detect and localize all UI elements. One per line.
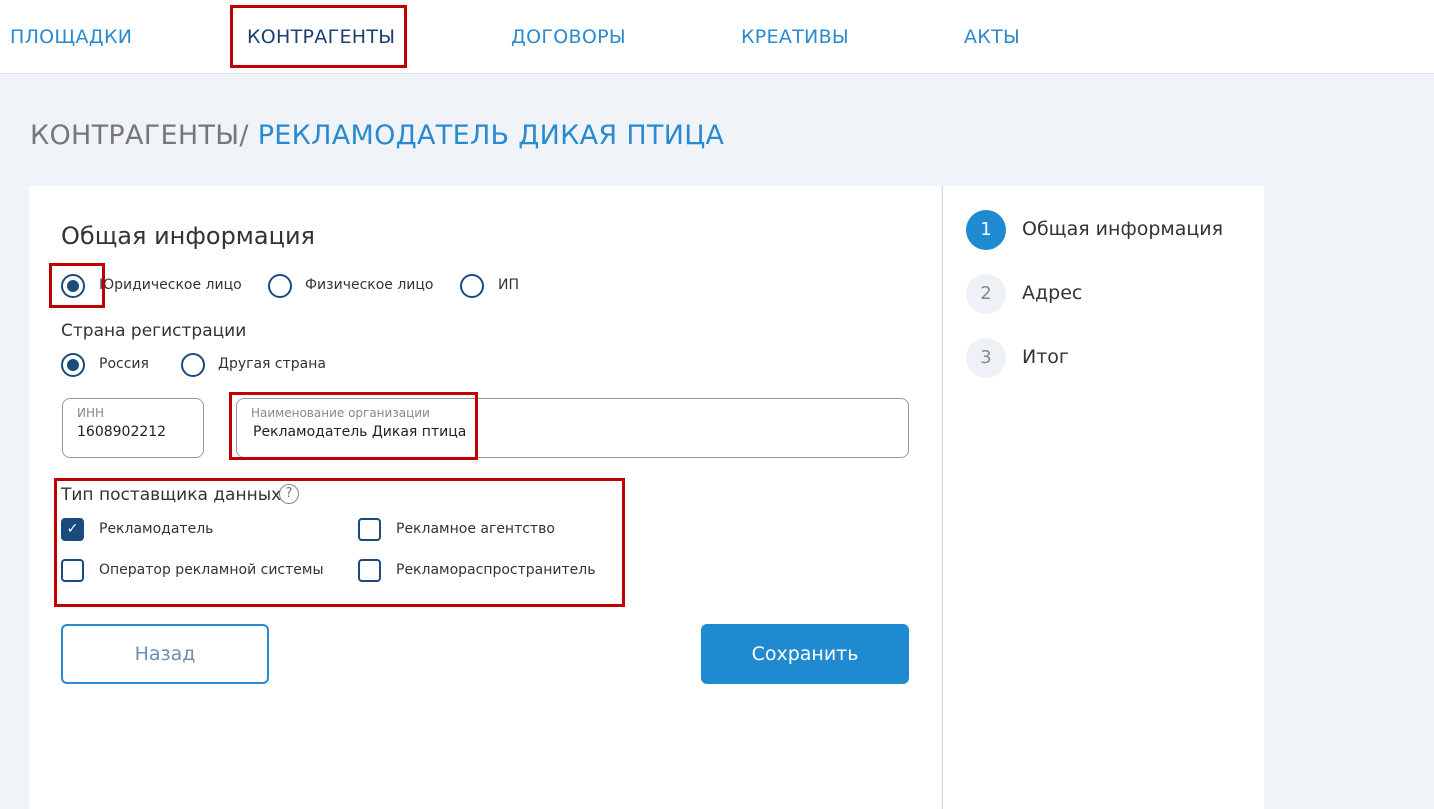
checkbox-label: Рекламораспространитель [396, 562, 596, 578]
provider-type-label: Тип поставщика данных [61, 485, 282, 505]
nav-kontragenty[interactable]: КОНТРАГЕНТЫ [247, 26, 395, 48]
section-title: Общая информация [61, 222, 315, 250]
radio-russia[interactable] [61, 353, 85, 377]
nav-ploshchadki[interactable]: ПЛОЩАДКИ [10, 26, 132, 48]
nav-dogovory[interactable]: ДОГОВОРЫ [511, 26, 626, 48]
inn-field[interactable]: ИНН 1608902212 [62, 398, 204, 458]
inn-value: 1608902212 [77, 424, 167, 440]
nav-kreativy[interactable]: КРЕАТИВЫ [741, 26, 849, 48]
radio-label: Физическое лицо [305, 277, 434, 293]
radio-label: ИП [498, 277, 519, 293]
radio-label: Юридическое лицо [99, 277, 242, 293]
step-general-info[interactable]: Общая информация [1022, 218, 1223, 240]
step-number: 2 [966, 274, 1006, 314]
checkbox-label: Рекламное агентство [396, 521, 555, 537]
step-address[interactable]: Адрес [1022, 282, 1082, 304]
checkbox-label: Оператор рекламной системы [99, 562, 324, 578]
checkbox-agency[interactable] [358, 518, 381, 541]
step-number: 3 [966, 338, 1006, 378]
radio-legal-entity[interactable] [61, 274, 85, 298]
org-name-label: Наименование организации [251, 406, 430, 420]
breadcrumb-parent[interactable]: КОНТРАГЕНТЫ/ [30, 120, 249, 151]
top-nav-bar: ПЛОЩАДКИ КОНТРАГЕНТЫ ДОГОВОРЫ КРЕАТИВЫ А… [0, 0, 1434, 74]
inn-label: ИНН [77, 406, 105, 420]
breadcrumb-current: РЕКЛАМОДАТЕЛЬ ДИКАЯ ПТИЦА [248, 120, 725, 151]
org-name-field[interactable]: Наименование организации Рекламодатель Д… [236, 398, 909, 458]
save-button[interactable]: Сохранить [701, 624, 909, 684]
country-label: Страна регистрации [61, 321, 247, 341]
step-summary[interactable]: Итог [1022, 346, 1069, 368]
checkbox-advertiser[interactable]: ✓ [61, 518, 84, 541]
radio-label: Другая страна [218, 356, 326, 372]
org-name-value: Рекламодатель Дикая птица [253, 424, 467, 440]
checkbox-ad-system-operator[interactable] [61, 559, 84, 582]
radio-other-country[interactable] [181, 353, 205, 377]
step-number: 1 [966, 210, 1006, 250]
help-icon[interactable]: ? [279, 484, 299, 504]
radio-individual[interactable] [268, 274, 292, 298]
checkbox-distributor[interactable] [358, 559, 381, 582]
nav-akty[interactable]: АКТЫ [964, 26, 1020, 48]
radio-label: Россия [99, 356, 149, 372]
checkbox-label: Рекламодатель [99, 521, 214, 537]
breadcrumb: КОНТРАГЕНТЫ/ РЕКЛАМОДАТЕЛЬ ДИКАЯ ПТИЦА [30, 120, 724, 151]
radio-ip[interactable] [460, 274, 484, 298]
back-button[interactable]: Назад [61, 624, 269, 684]
